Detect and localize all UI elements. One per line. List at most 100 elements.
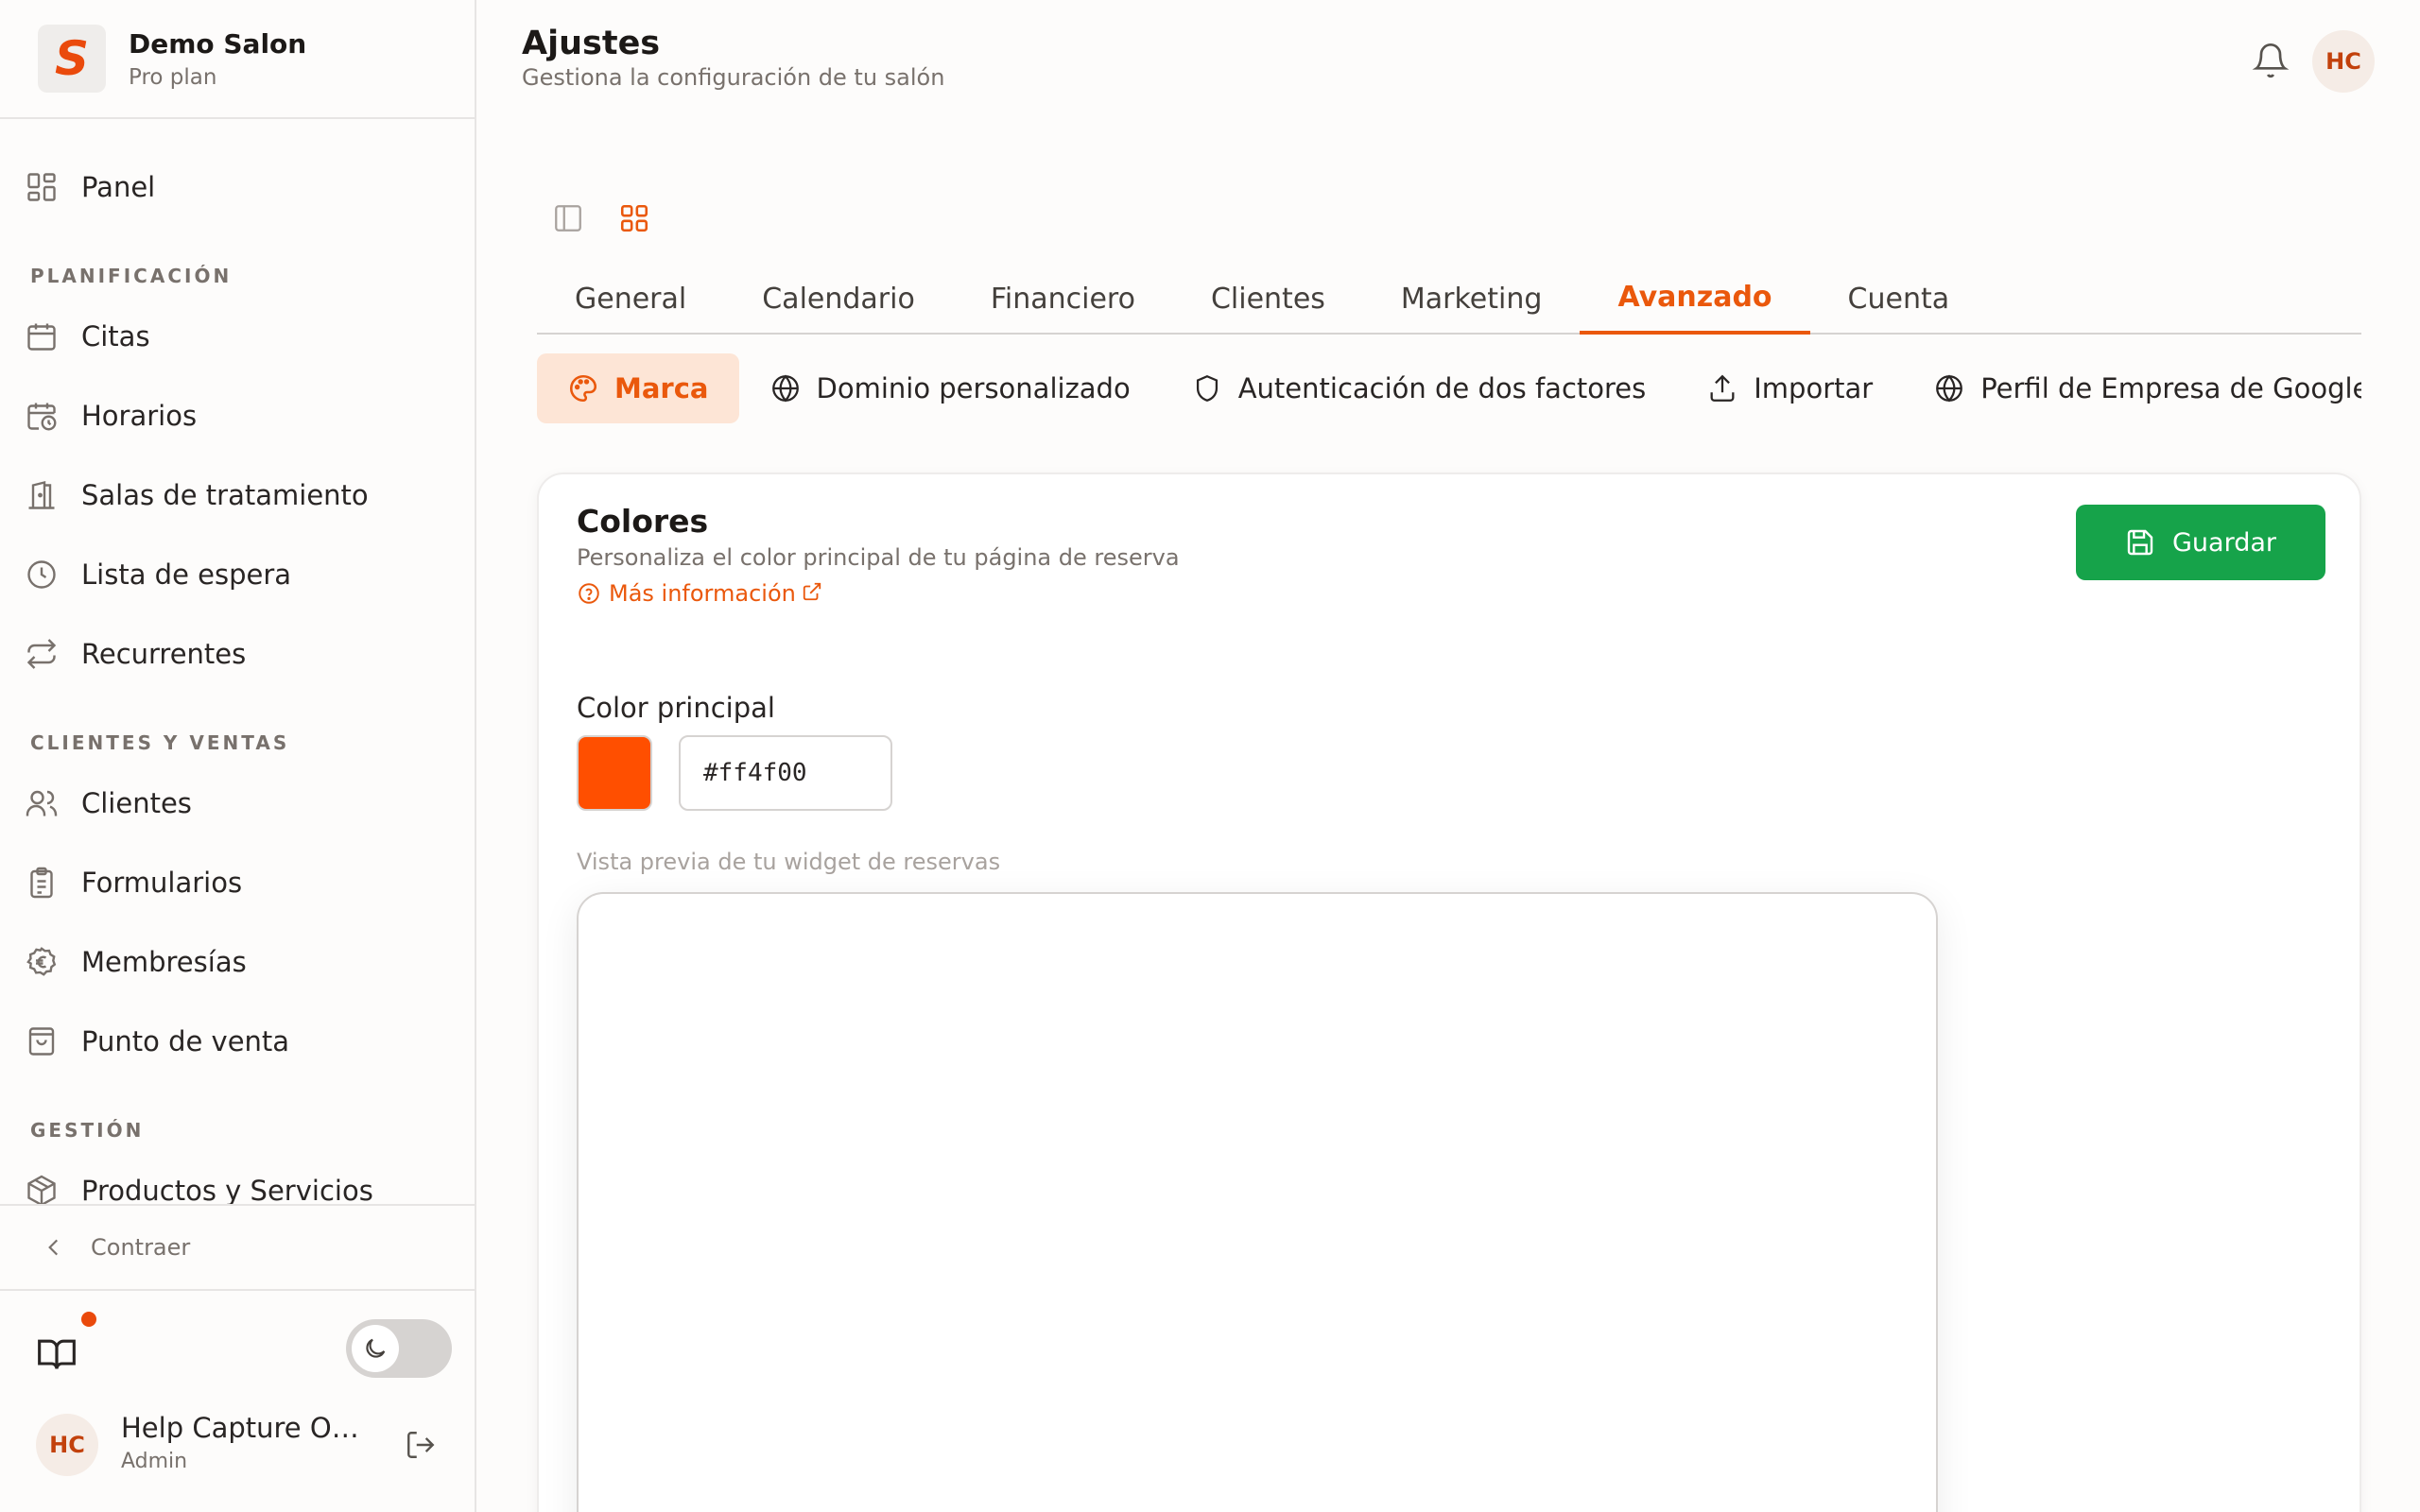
sidebar-nav: Panel PLANIFICACIÓN Citas Horarios Salas… bbox=[0, 119, 475, 1204]
dark-mode-toggle[interactable] bbox=[346, 1319, 452, 1378]
save-button[interactable]: Guardar bbox=[2076, 505, 2325, 580]
upload-icon bbox=[1706, 372, 1738, 404]
card-title: Colores bbox=[577, 503, 709, 540]
view-toggle bbox=[552, 202, 650, 234]
more-info-label: Más información bbox=[609, 580, 796, 607]
nav-section-management: GESTIÓN bbox=[30, 1119, 145, 1142]
subtab-marca[interactable]: Marca bbox=[537, 353, 739, 423]
door-icon bbox=[23, 476, 60, 514]
tab-financiero[interactable]: Financiero bbox=[953, 263, 1173, 335]
sidebar-item-label: Citas bbox=[81, 320, 150, 352]
sidebar-item-label: Membresías bbox=[81, 946, 247, 978]
notification-dot bbox=[81, 1312, 96, 1327]
settings-tabs: General Calendario Financiero Clientes M… bbox=[537, 263, 2361, 335]
tab-marketing[interactable]: Marketing bbox=[1363, 263, 1581, 335]
sidebar-item-productos[interactable]: Productos y Servicios bbox=[23, 1160, 452, 1204]
sidebar-item-label: Formularios bbox=[81, 867, 243, 899]
logout-icon[interactable] bbox=[405, 1429, 439, 1463]
nav-section-planning: PLANIFICACIÓN bbox=[30, 265, 233, 287]
clipboard-icon bbox=[23, 864, 60, 902]
clock-icon bbox=[23, 556, 60, 593]
globe-icon bbox=[769, 372, 802, 404]
advanced-subtabs: Marca Dominio personalizado Autenticació… bbox=[537, 353, 2361, 423]
sidebar-item-formularios[interactable]: Formularios bbox=[23, 852, 452, 913]
collapse-sidebar-button[interactable]: Contraer bbox=[0, 1204, 475, 1291]
card-description: Personaliza el color principal de tu pág… bbox=[577, 544, 1180, 571]
sidebar-item-label: Recurrentes bbox=[81, 638, 247, 670]
page-subtitle: Gestiona la configuración de tu salón bbox=[522, 64, 945, 91]
save-icon bbox=[2125, 527, 2155, 558]
sidebar-item-label: Panel bbox=[81, 171, 156, 203]
brand-logo-letter: S bbox=[54, 31, 89, 86]
subtab-label: Dominio personalizado bbox=[816, 372, 1131, 404]
brand-plan: Pro plan bbox=[129, 64, 217, 90]
page-title: Ajustes bbox=[522, 25, 661, 62]
external-link-icon bbox=[802, 581, 826, 606]
sidebar-item-salas[interactable]: Salas de tratamiento bbox=[23, 465, 452, 525]
book-open-icon[interactable] bbox=[36, 1332, 78, 1374]
repeat-icon bbox=[23, 635, 60, 673]
preview-label: Vista previa de tu widget de reservas bbox=[577, 849, 1001, 875]
sidebar-item-label: Salas de tratamiento bbox=[81, 479, 369, 511]
globe-icon bbox=[1933, 372, 1965, 404]
brand-header[interactable]: S Demo Salon Pro plan bbox=[0, 0, 475, 119]
user-role: Admin bbox=[121, 1450, 188, 1473]
sidebar-tools bbox=[0, 1312, 475, 1387]
user-name: Help Capture Owner bbox=[121, 1412, 376, 1444]
sidebar-item-punto-venta[interactable]: Punto de venta bbox=[23, 1011, 452, 1072]
subtab-label: Marca bbox=[614, 372, 709, 404]
sidebar: S Demo Salon Pro plan Panel PLANIFICACIÓ… bbox=[0, 0, 476, 1512]
subtab-dominio[interactable]: Dominio personalizado bbox=[739, 353, 1161, 423]
sidebar-item-membresias[interactable]: Membresías bbox=[23, 932, 452, 992]
sidebar-item-espera[interactable]: Lista de espera bbox=[23, 544, 452, 605]
tab-avanzado[interactable]: Avanzado bbox=[1580, 263, 1810, 335]
more-info-link[interactable]: Más información bbox=[577, 580, 826, 607]
nav-section-clients-sales: CLIENTES Y VENTAS bbox=[30, 731, 290, 754]
sidebar-item-label: Horarios bbox=[81, 400, 198, 432]
save-label: Guardar bbox=[2172, 527, 2276, 558]
tab-clientes[interactable]: Clientes bbox=[1173, 263, 1363, 335]
chevron-left-icon bbox=[42, 1235, 66, 1260]
dashboard-icon bbox=[23, 168, 60, 206]
colors-card: Colores Personaliza el color principal d… bbox=[537, 472, 2361, 1512]
sidebar-item-clientes[interactable]: Clientes bbox=[23, 773, 452, 833]
calendar-icon bbox=[23, 318, 60, 355]
calendar-clock-icon bbox=[23, 397, 60, 435]
subtab-label: Importar bbox=[1754, 372, 1874, 404]
avatar: HC bbox=[36, 1414, 98, 1476]
collapse-label: Contraer bbox=[91, 1234, 191, 1261]
subtab-label: Perfil de Empresa de Google bbox=[1980, 372, 2361, 404]
main-content: Ajustes Gestiona la configuración de tu … bbox=[476, 0, 2420, 1512]
sidebar-item-citas[interactable]: Citas bbox=[23, 306, 452, 367]
header-avatar[interactable]: HC bbox=[2312, 30, 2375, 93]
grid-layout-icon[interactable] bbox=[618, 202, 650, 234]
sidebar-item-recurrentes[interactable]: Recurrentes bbox=[23, 624, 452, 684]
euro-badge-icon bbox=[23, 943, 60, 981]
sidebar-item-label: Productos y Servicios bbox=[81, 1175, 373, 1204]
sidebar-item-label: Clientes bbox=[81, 787, 192, 819]
sidebar-item-panel[interactable]: Panel bbox=[23, 157, 452, 217]
users-icon bbox=[23, 784, 60, 822]
user-profile[interactable]: HC Help Capture Owner Admin bbox=[0, 1406, 475, 1482]
hex-color-input[interactable] bbox=[679, 735, 892, 811]
help-circle-icon bbox=[577, 581, 601, 606]
brand-logo: S bbox=[38, 25, 106, 93]
subtab-google[interactable]: Perfil de Empresa de Google bbox=[1903, 353, 2361, 423]
subtab-label: Autenticación de dos factores bbox=[1237, 372, 1647, 404]
color-swatch[interactable] bbox=[577, 735, 652, 811]
primary-color-label: Color principal bbox=[577, 692, 775, 724]
subtab-importar[interactable]: Importar bbox=[1676, 353, 1903, 423]
bell-icon[interactable] bbox=[2252, 42, 2290, 79]
booking-widget-preview bbox=[577, 892, 1938, 1512]
sidebar-item-horarios[interactable]: Horarios bbox=[23, 386, 452, 446]
shield-icon bbox=[1191, 372, 1223, 404]
shopping-bag-icon bbox=[23, 1022, 60, 1060]
tab-cuenta[interactable]: Cuenta bbox=[1810, 263, 1988, 335]
sidebar-layout-icon[interactable] bbox=[552, 202, 584, 234]
package-icon bbox=[23, 1172, 60, 1204]
tab-calendario[interactable]: Calendario bbox=[724, 263, 953, 335]
tab-general[interactable]: General bbox=[537, 263, 724, 335]
sidebar-item-label: Lista de espera bbox=[81, 558, 292, 591]
subtab-2fa[interactable]: Autenticación de dos factores bbox=[1161, 353, 1677, 423]
sidebar-item-label: Punto de venta bbox=[81, 1025, 290, 1057]
